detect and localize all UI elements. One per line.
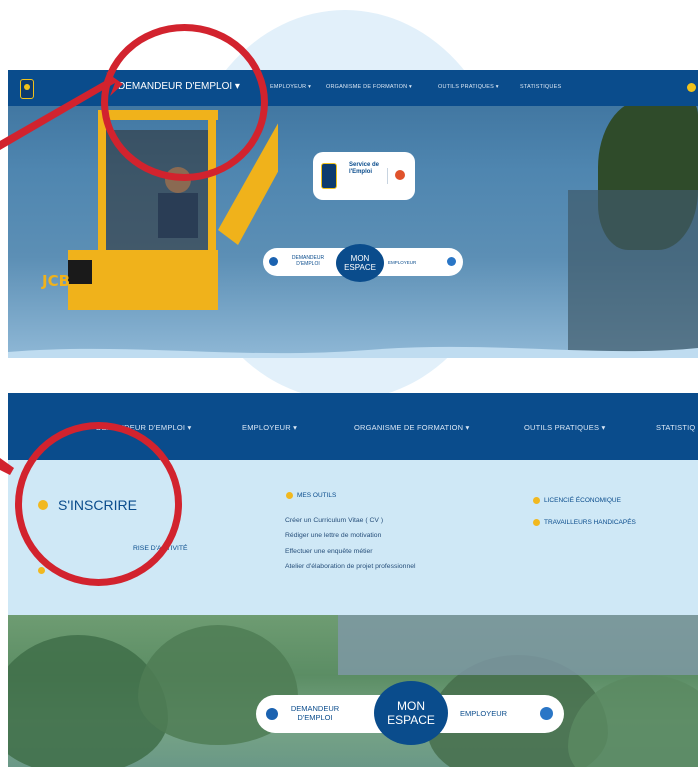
arrow-bottom [0, 458, 14, 475]
highlight-circle-top [101, 24, 268, 181]
highlight-circle-bottom [15, 422, 182, 586]
